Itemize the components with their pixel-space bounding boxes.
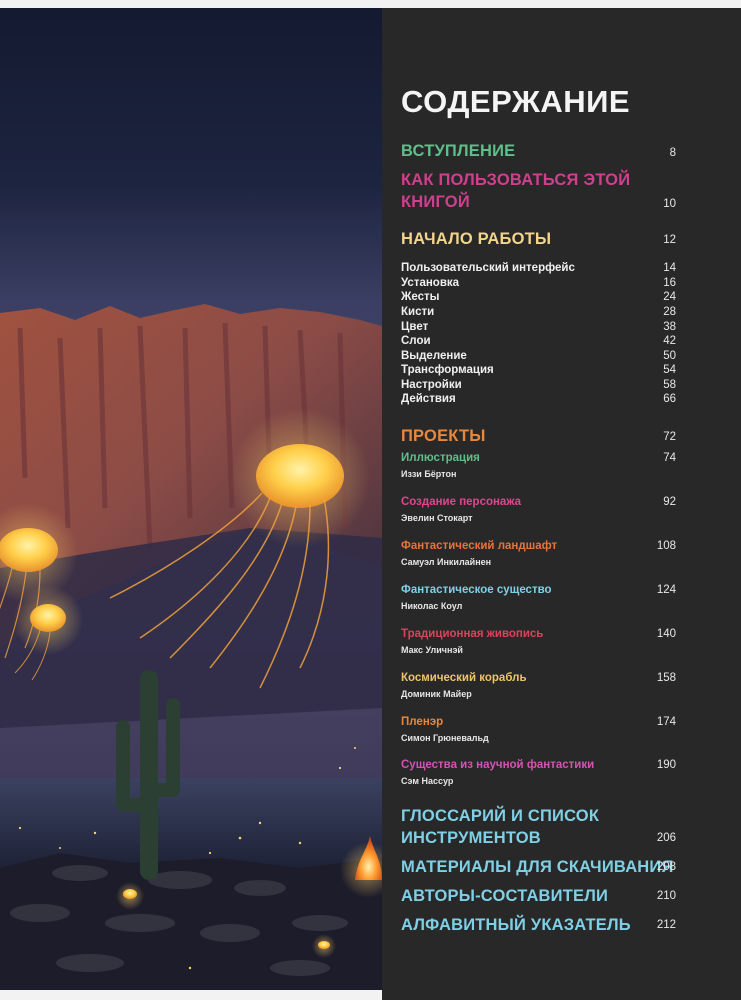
toc-glossary-line1: ГЛОССАРИЙ И СПИСОК bbox=[401, 807, 600, 825]
table-of-contents: СОДЕРЖАНИЕ ВСТУПЛЕНИЕ 8 КАК ПОЛЬЗОВАТЬСЯ… bbox=[382, 8, 741, 1000]
toc-subitem-page: 58 bbox=[663, 379, 676, 391]
toc-contributors-page: 210 bbox=[656, 890, 676, 902]
toc-subitem-page: 14 bbox=[663, 262, 676, 274]
page-title: СОДЕРЖАНИЕ bbox=[401, 84, 631, 119]
toc-project-author: Эвелин Стокарт bbox=[401, 513, 473, 523]
toc-project-author: Иззи Бёртон bbox=[401, 469, 457, 479]
toc-glossary-line2: ИНСТРУМЕНТОВ bbox=[401, 829, 541, 847]
toc-subitem[interactable]: Пользовательский интерфейс bbox=[401, 262, 575, 274]
toc-subitem-page: 54 bbox=[663, 364, 676, 376]
toc-glossary-page: 206 bbox=[656, 832, 676, 844]
toc-project-page: 140 bbox=[656, 628, 676, 640]
toc-project-title[interactable]: Фантастическое существо bbox=[401, 584, 552, 596]
toc-projects-page: 72 bbox=[663, 431, 676, 443]
toc-project-author: Доминик Майер bbox=[401, 689, 472, 699]
toc-subitem-page: 16 bbox=[663, 277, 676, 289]
toc-subitem[interactable]: Цвет bbox=[401, 321, 428, 333]
toc-how-to-use-line2: КНИГОЙ bbox=[401, 193, 470, 211]
toc-project-title[interactable]: Пленэр bbox=[401, 716, 443, 728]
toc-project-author: Самуэл Инкилайнен bbox=[401, 557, 492, 567]
toc-how-to-use-line1: КАК ПОЛЬЗОВАТЬСЯ ЭТОЙ bbox=[401, 171, 631, 189]
illustration-panel bbox=[0, 8, 382, 990]
toc-subitem-page: 28 bbox=[663, 306, 676, 318]
toc-project-title[interactable]: Создание персонажа bbox=[401, 496, 521, 508]
toc-project-author: Симон Грюневальд bbox=[401, 733, 489, 743]
toc-subitem[interactable]: Трансформация bbox=[401, 364, 494, 376]
toc-project-title[interactable]: Традиционная живопись bbox=[401, 628, 543, 640]
toc-project-page: 190 bbox=[656, 759, 676, 771]
toc-subitem[interactable]: Жесты bbox=[401, 291, 440, 303]
toc-subitem[interactable]: Установка bbox=[401, 277, 459, 289]
toc-how-to-use-page: 10 bbox=[663, 198, 676, 210]
toc-subitem-page: 38 bbox=[663, 321, 676, 333]
toc-subitem-page: 42 bbox=[663, 335, 676, 347]
toc-subitem[interactable]: Настройки bbox=[401, 379, 462, 391]
toc-project-author: Сэм Нассур bbox=[401, 776, 454, 786]
toc-getting-started-page: 12 bbox=[663, 234, 676, 246]
toc-index-page: 212 bbox=[656, 919, 676, 931]
toc-intro-page: 8 bbox=[669, 147, 676, 159]
toc-project-page: 108 bbox=[656, 540, 676, 552]
toc-subitem[interactable]: Выделение bbox=[401, 350, 467, 362]
toc-project-author: Николас Коул bbox=[401, 601, 463, 611]
toc-project-page: 174 bbox=[656, 716, 676, 728]
toc-project-author: Макс Уличнэй bbox=[401, 645, 463, 655]
toc-project-title[interactable]: Иллюстрация bbox=[401, 452, 480, 464]
toc-project-page: 124 bbox=[656, 584, 676, 596]
toc-subitem-page: 50 bbox=[663, 350, 676, 362]
toc-project-page: 158 bbox=[656, 672, 676, 684]
toc-project-title[interactable]: Фантастический ландшафт bbox=[401, 540, 557, 552]
toc-subitem-page: 24 bbox=[663, 291, 676, 303]
toc-subitem[interactable]: Кисти bbox=[401, 306, 434, 318]
desert-jellyfish-illustration bbox=[0, 8, 382, 990]
toc-project-page: 92 bbox=[663, 496, 676, 508]
toc-project-title[interactable]: Существа из научной фантастики bbox=[401, 759, 594, 771]
toc-subitem-page: 66 bbox=[663, 393, 676, 405]
toc-subitem[interactable]: Слои bbox=[401, 335, 431, 347]
toc-project-page: 74 bbox=[663, 452, 676, 464]
toc-project-title[interactable]: Космический корабль bbox=[401, 672, 527, 684]
toc-subitem[interactable]: Действия bbox=[401, 393, 456, 405]
book-spread: СОДЕРЖАНИЕ ВСТУПЛЕНИЕ 8 КАК ПОЛЬЗОВАТЬСЯ… bbox=[0, 0, 741, 1000]
toc-downloads-page: 208 bbox=[656, 861, 676, 873]
